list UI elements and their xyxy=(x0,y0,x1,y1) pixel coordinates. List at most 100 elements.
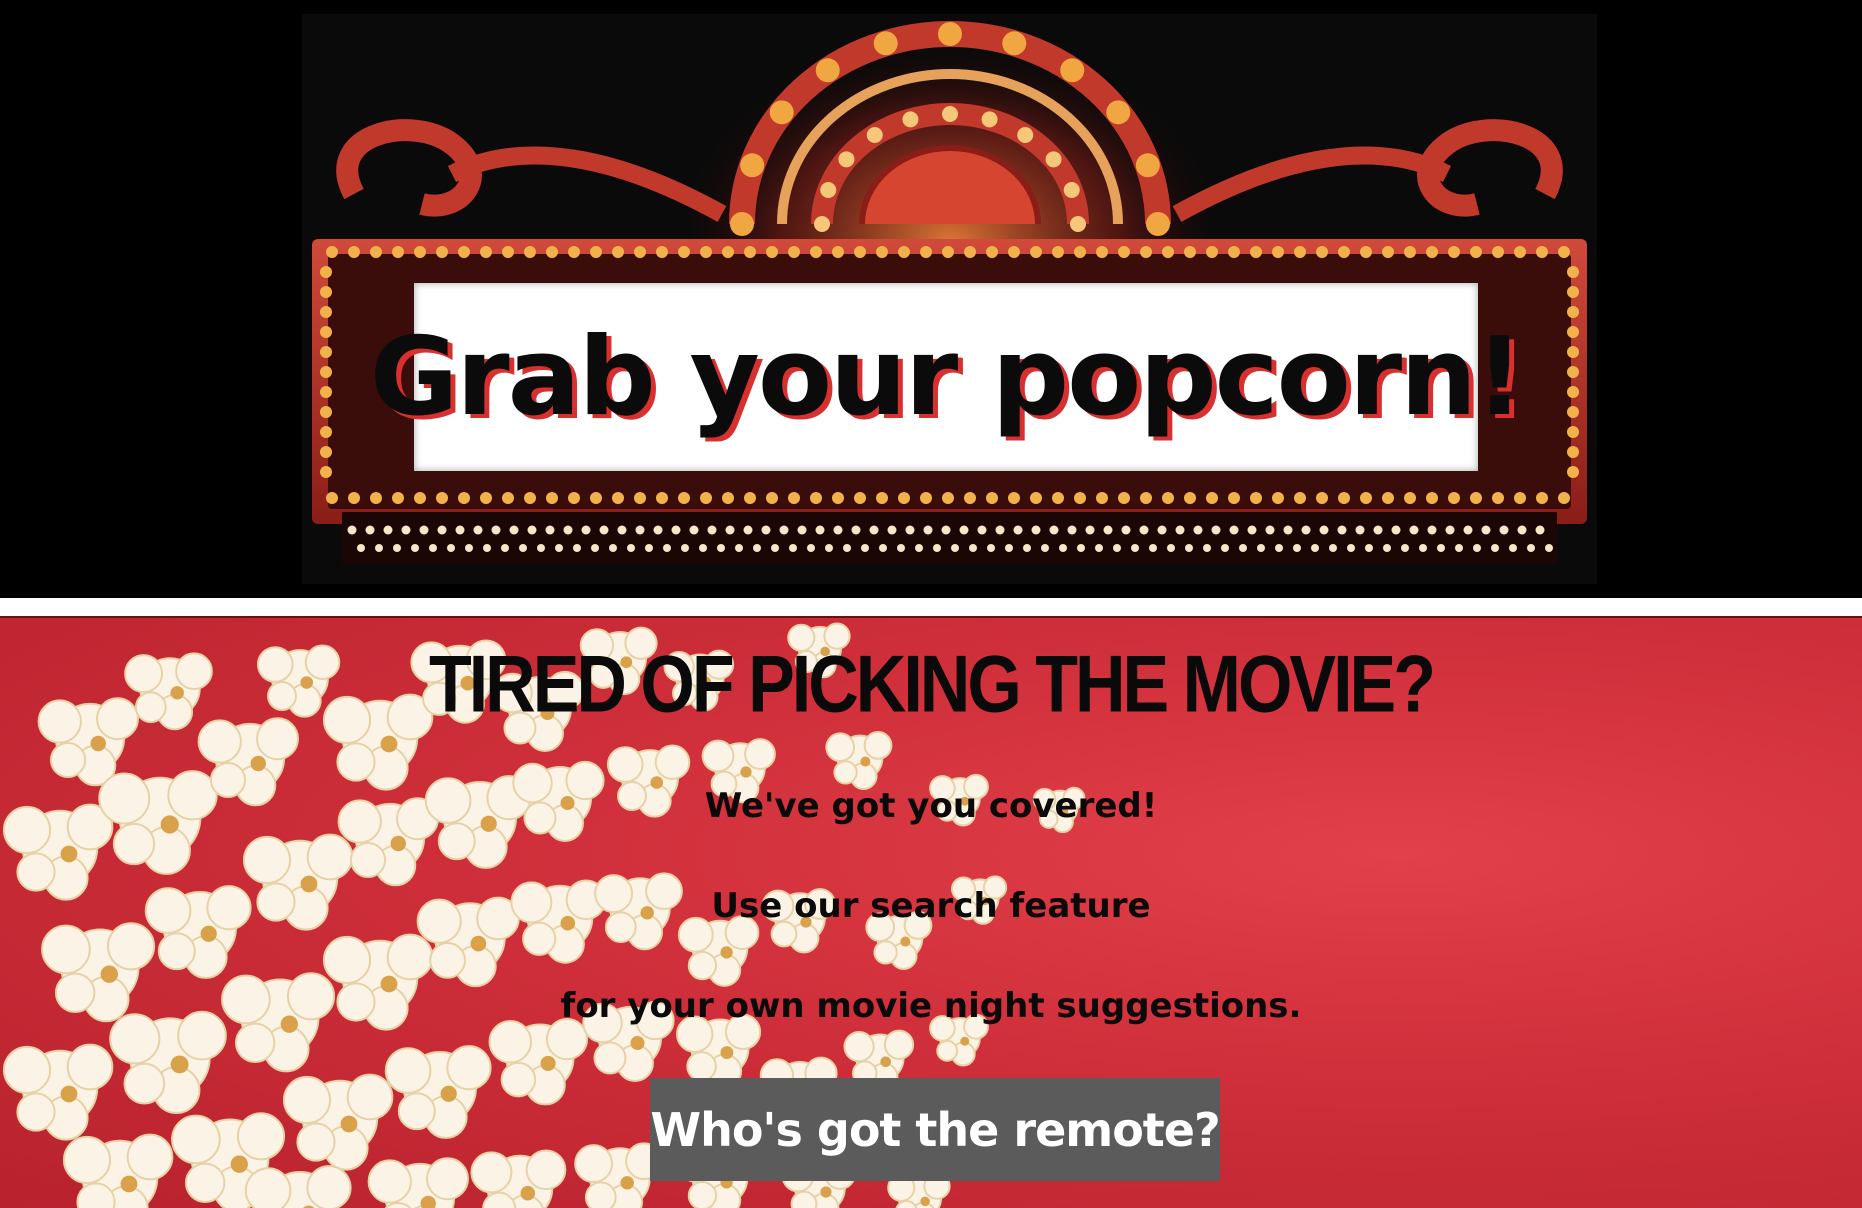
marquee-bulb xyxy=(1404,492,1416,504)
marquee-bulb xyxy=(810,246,822,258)
marquee-bulb xyxy=(1118,492,1130,504)
marquee-bulb xyxy=(740,153,765,178)
marquee-bulb xyxy=(898,492,910,504)
marquee-bulb xyxy=(1096,492,1108,504)
marquee-bulb xyxy=(838,151,855,168)
marquee-bulb xyxy=(320,326,332,338)
marquee-bulb xyxy=(1473,544,1481,552)
marquee-bulb xyxy=(873,31,898,56)
marquee-bulb xyxy=(671,525,681,535)
marquee-bulb xyxy=(1063,182,1080,199)
marquee-bulb xyxy=(854,492,866,504)
marquee-bulb xyxy=(902,111,919,128)
marquee-bulb xyxy=(987,544,995,552)
marquee-bulb xyxy=(568,246,580,258)
marquee-bulb xyxy=(599,525,609,535)
marquee-bulb xyxy=(320,446,332,458)
marquee-bulb xyxy=(1517,525,1527,535)
marquee-bulb xyxy=(1536,246,1548,258)
marquee-bulb xyxy=(766,246,778,258)
marquee-bulb xyxy=(1470,246,1482,258)
marquee-bulb xyxy=(810,492,822,504)
marquee-bulb xyxy=(1329,544,1337,552)
marquee-bulb xyxy=(1167,544,1175,552)
marquee-bulb xyxy=(1017,127,1034,144)
marquee-bulb xyxy=(1031,525,1041,535)
marquee-bulb xyxy=(537,544,545,552)
marquee-bulb xyxy=(1103,525,1113,535)
marquee-bulb xyxy=(370,246,382,258)
marquee-bulb xyxy=(1360,246,1372,258)
marquee-bulb xyxy=(964,492,976,504)
marquee-bulb xyxy=(519,544,527,552)
marquee-bulb xyxy=(590,492,602,504)
marquee-bulb xyxy=(1448,246,1460,258)
popcorn-kernel xyxy=(367,1157,469,1208)
marquee-sign-text: Grab your popcorn! xyxy=(369,314,1524,440)
marquee-bulb xyxy=(951,544,959,552)
marquee-bulb xyxy=(689,525,699,535)
marquee-bulb xyxy=(473,525,483,535)
popcorn-kernel xyxy=(109,1010,227,1115)
marquee-bulb xyxy=(1157,525,1167,535)
popcorn-kernel xyxy=(574,1142,663,1208)
marquee-bulb xyxy=(1074,492,1086,504)
marquee-bulb xyxy=(1049,525,1059,535)
marquee-bulb xyxy=(866,127,883,144)
marquee-bulb xyxy=(609,544,617,552)
marquee-bulb xyxy=(1355,525,1365,535)
marquee-bulb xyxy=(436,246,448,258)
marquee-bulb xyxy=(825,544,833,552)
marquee-bulb xyxy=(1383,544,1391,552)
marquee-bulb xyxy=(1059,544,1067,552)
marquee-bulb xyxy=(1567,466,1579,478)
marquee-bulb xyxy=(1293,544,1301,552)
marquee-bulb xyxy=(707,525,717,535)
marquee-bulb xyxy=(383,525,393,535)
marquee-bulb xyxy=(1070,216,1086,232)
marquee-bulb xyxy=(1077,544,1085,552)
marquee-bulb xyxy=(995,525,1005,535)
marquee-bulb xyxy=(898,246,910,258)
marquee-bulb xyxy=(392,492,404,504)
popcorn-kernel xyxy=(62,1133,174,1208)
marquee-bulb xyxy=(656,492,668,504)
marquee-bulb xyxy=(753,544,761,552)
page: Grab your popcorn! TIRED OF PICKING THE … xyxy=(0,0,1862,1208)
marquee-bulb xyxy=(1203,544,1211,552)
marquee-bulb xyxy=(981,111,998,128)
marquee-bulb xyxy=(1067,525,1077,535)
marquee-bulb xyxy=(568,492,580,504)
marquee-bulb xyxy=(1391,525,1401,535)
marquee-bulb xyxy=(678,492,690,504)
marquee-bulb xyxy=(1283,525,1293,535)
marquee-bulb xyxy=(1272,246,1284,258)
marquee-bulb xyxy=(455,525,465,535)
marquee-bulb xyxy=(722,246,734,258)
marquee-bulb xyxy=(969,544,977,552)
marquee-bulb xyxy=(663,544,671,552)
marquee-bulb xyxy=(1275,544,1283,552)
popcorn-kernel xyxy=(825,731,893,790)
marquee-bulb xyxy=(458,246,470,258)
whos-got-the-remote-button[interactable]: Who's got the remote? xyxy=(650,1078,1221,1181)
marquee-bulb xyxy=(1509,544,1517,552)
marquee-bulb xyxy=(879,544,887,552)
marquee-bulb xyxy=(1139,525,1149,535)
marquee-bulb xyxy=(320,386,332,398)
marquee-bulb xyxy=(1535,525,1545,535)
marquee-bulb xyxy=(1338,492,1350,504)
hero-tagline-1: We've got you covered! xyxy=(704,786,1158,826)
marquee-bulb xyxy=(887,525,897,535)
marquee-bulb xyxy=(480,492,492,504)
popcorn-kernel xyxy=(677,915,760,987)
marquee-bulb xyxy=(401,525,411,535)
marquee-bulb xyxy=(1008,246,1020,258)
popcorn-kernel xyxy=(2,1043,114,1141)
marquee-bulb xyxy=(1229,525,1239,535)
marquee-bulb xyxy=(700,492,712,504)
marquee-bulb xyxy=(1527,544,1535,552)
marquee-bulb xyxy=(1193,525,1203,535)
marquee-bulb xyxy=(1491,544,1499,552)
marquee-bulb xyxy=(1492,246,1504,258)
